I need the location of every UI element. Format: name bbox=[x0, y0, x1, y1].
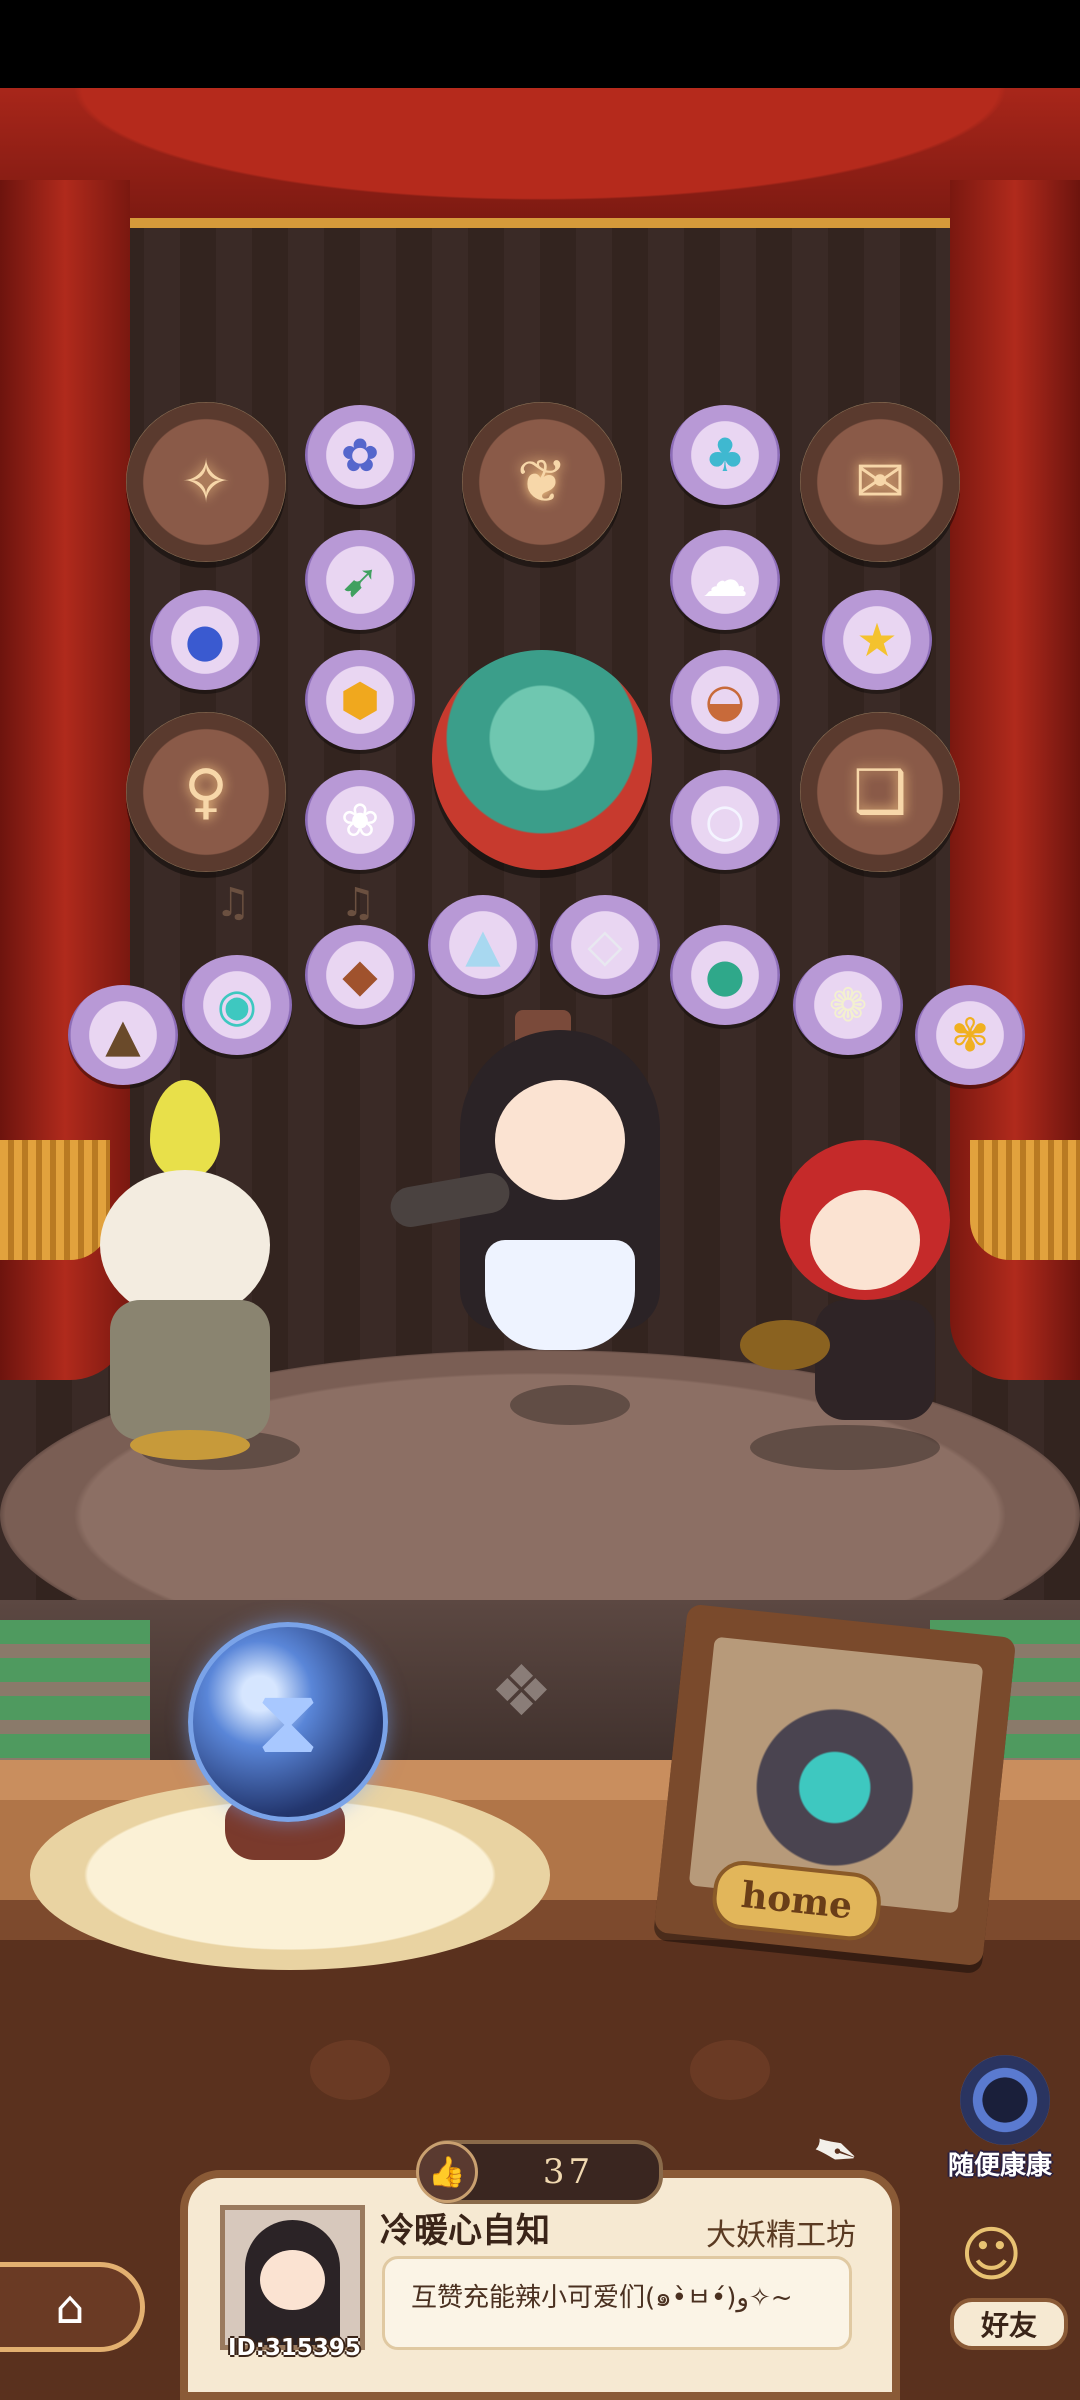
cloud-icon: ☁ bbox=[702, 553, 748, 607]
pear-item[interactable]: ● bbox=[670, 925, 780, 1025]
home-frame-button[interactable]: home bbox=[653, 1603, 1017, 1967]
mask-badge[interactable]: ✧ bbox=[126, 402, 286, 562]
avatar[interactable] bbox=[220, 2205, 365, 2350]
amber-stick-item[interactable]: ◆ bbox=[305, 925, 415, 1025]
book-badge[interactable]: ❑ bbox=[800, 712, 960, 872]
flower-mask-icon: ❦ bbox=[516, 447, 568, 517]
amber-icon: ◆ bbox=[342, 948, 378, 1002]
honeycomb-item[interactable]: ⬢ bbox=[305, 650, 415, 750]
water-plate-icon: ◉ bbox=[216, 978, 258, 1032]
candle-spirit-character[interactable] bbox=[80, 1080, 300, 1460]
like-counter[interactable]: 👍 37 bbox=[416, 2140, 663, 2204]
home-button[interactable]: ⌂ bbox=[0, 2262, 145, 2352]
spoon-icon bbox=[740, 1320, 830, 1370]
hourglass-icon: ⧗ bbox=[256, 1669, 320, 1774]
portal-icon bbox=[960, 2055, 1050, 2145]
hourglass-orb-button[interactable]: ⧗ bbox=[188, 1622, 388, 1822]
flame-icon bbox=[150, 1080, 220, 1180]
star-icon: ★ bbox=[856, 613, 898, 667]
honeycomb-icon: ⬢ bbox=[339, 673, 381, 727]
daisy-icon: ❀ bbox=[340, 793, 380, 847]
blue-flower-item[interactable]: ✿ bbox=[305, 405, 415, 505]
like-count: 37 bbox=[542, 2152, 595, 2192]
flower-mask-badge[interactable]: ❦ bbox=[462, 402, 622, 562]
home-icon: ⌂ bbox=[55, 2280, 85, 2334]
book-icon: ❑ bbox=[853, 757, 907, 827]
certificate-icon: ✉ bbox=[854, 447, 906, 517]
pear-icon: ● bbox=[704, 948, 746, 1002]
user-id: ID:315395 bbox=[228, 2335, 361, 2361]
nickname: 冷暖心自知 bbox=[380, 2211, 550, 2251]
music-note-icon: ♫ bbox=[215, 880, 251, 926]
shell-icon: ◒ bbox=[704, 673, 746, 727]
friends-label: 好友 bbox=[950, 2298, 1068, 2350]
friends-button[interactable]: ☺ 好友 bbox=[930, 2220, 1080, 2350]
watermelon-painting-centerpiece[interactable] bbox=[432, 650, 652, 870]
stairs-left bbox=[0, 1620, 150, 1770]
lily-item[interactable]: ❁ bbox=[793, 955, 903, 1055]
star-item[interactable]: ★ bbox=[822, 590, 932, 690]
silver-ore-item[interactable]: ◇ bbox=[550, 895, 660, 995]
lily-icon: ❁ bbox=[828, 978, 868, 1032]
blue-flower-icon: ✿ bbox=[340, 428, 380, 482]
pearl-item[interactable]: ○ bbox=[670, 770, 780, 870]
ore-pile-item[interactable]: ▲ bbox=[68, 985, 178, 1085]
signature-text: 互赞充能辣小可爱们(๑•̀ㅂ•́)و✧~ bbox=[411, 2283, 793, 2313]
fairy-badge[interactable]: ♀ bbox=[126, 712, 286, 872]
counter-knobs bbox=[300, 2040, 780, 2100]
ore-pile-icon: ▲ bbox=[105, 1008, 141, 1062]
curtain-fringe-right bbox=[970, 1140, 1080, 1260]
music-note-icon: ♫ bbox=[340, 880, 376, 926]
blue-mushroom-icon: ● bbox=[184, 613, 226, 667]
shell-item[interactable]: ◒ bbox=[670, 650, 780, 750]
signature-box[interactable]: 互赞充能辣小可爱们(๑•̀ㅂ•́)و✧~ bbox=[382, 2256, 852, 2350]
daisy-item[interactable]: ❀ bbox=[305, 770, 415, 870]
gold-leaf-icon: ✾ bbox=[950, 1008, 990, 1062]
shop-name: 大妖精工坊 bbox=[706, 2218, 856, 2253]
mask-icon: ✧ bbox=[180, 447, 232, 517]
cloud-item[interactable]: ☁ bbox=[670, 530, 780, 630]
mushroom-icon: ♣ bbox=[704, 428, 746, 482]
silver-ore-icon: ◇ bbox=[587, 918, 623, 972]
pearl-icon: ○ bbox=[704, 793, 746, 847]
certificate-badge[interactable]: ✉ bbox=[800, 402, 960, 562]
random-visit-button[interactable]: 随便康康 bbox=[948, 2055, 1060, 2185]
salt-crystal-item[interactable]: ▲ bbox=[428, 895, 538, 995]
random-visit-label: 随便康康 bbox=[947, 2151, 1052, 2181]
salt-icon: ▲ bbox=[465, 918, 501, 972]
red-hair-girl-character[interactable] bbox=[740, 1140, 980, 1460]
curtain-valance bbox=[0, 88, 1080, 228]
rainbow-feather-item[interactable]: ➹ bbox=[305, 530, 415, 630]
fairy-icon: ♀ bbox=[184, 757, 228, 827]
status-bar bbox=[0, 0, 1080, 88]
blue-mushroom-item[interactable]: ● bbox=[150, 590, 260, 690]
mushrooms-item[interactable]: ♣ bbox=[670, 405, 780, 505]
bottle-girl-character[interactable] bbox=[387, 1030, 710, 1410]
friends-icon: ☺ bbox=[960, 2220, 1023, 2290]
diamond-ornament-icon: ❖ bbox=[490, 1650, 553, 1732]
feather-icon: ➹ bbox=[340, 553, 380, 607]
thumbs-up-icon[interactable]: 👍 bbox=[416, 2141, 478, 2203]
gold-leaf-item[interactable]: ✾ bbox=[915, 985, 1025, 1085]
water-plate-item[interactable]: ◉ bbox=[182, 955, 292, 1055]
